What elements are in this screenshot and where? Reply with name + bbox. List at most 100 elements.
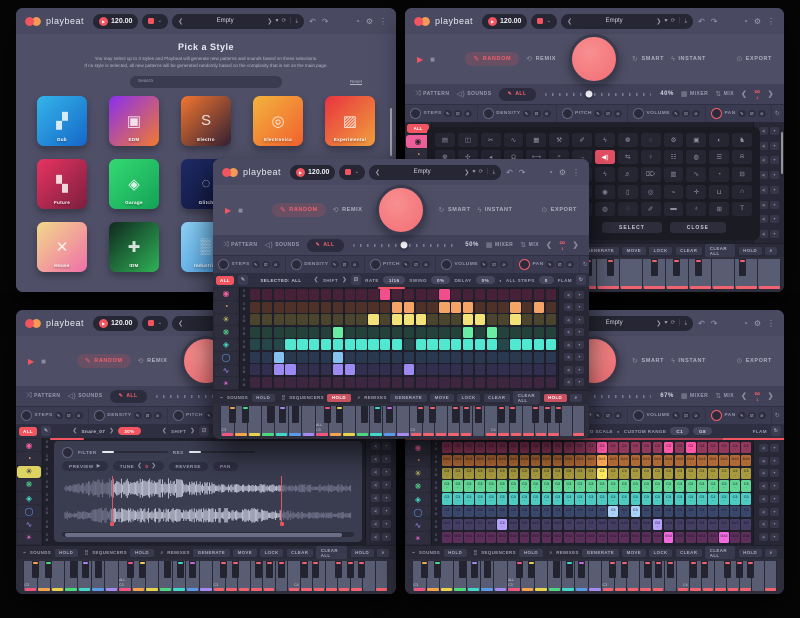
track-button-1[interactable]: ◉ xyxy=(17,439,41,451)
knob[interactable] xyxy=(173,410,184,421)
piano-key-black[interactable] xyxy=(555,406,562,423)
step-cell[interactable] xyxy=(368,314,378,325)
shift-left-icon[interactable]: ❮ xyxy=(162,428,167,434)
step-cell[interactable] xyxy=(546,352,556,363)
track-button-8[interactable]: ✴ xyxy=(214,377,238,389)
step-cell[interactable] xyxy=(333,339,343,350)
step-cell[interactable] xyxy=(463,314,473,325)
pitch-cell[interactable]: D#3⌄ xyxy=(542,455,552,466)
sample-icon[interactable]: ◫ xyxy=(458,133,478,147)
step-cell[interactable] xyxy=(356,302,366,313)
step-cell[interactable] xyxy=(321,364,331,375)
pitch-cell[interactable]: D#3⌄ xyxy=(697,455,707,466)
pitch-cell[interactable]: C3⌄ xyxy=(464,506,474,517)
pitch-cell[interactable]: C3⌄ xyxy=(597,480,607,491)
knob[interactable] xyxy=(519,259,530,270)
step-cell[interactable] xyxy=(510,352,520,363)
step-cell[interactable] xyxy=(416,314,426,325)
track-button-5[interactable]: ◈ xyxy=(17,492,41,504)
pitch-cell[interactable]: C3⌄ xyxy=(664,442,674,453)
pitch-cell[interactable]: C3⌄ xyxy=(719,480,729,491)
piano-key-white[interactable] xyxy=(343,406,357,436)
step-cell[interactable] xyxy=(439,377,449,388)
track-button-7[interactable]: ∿ xyxy=(406,519,430,531)
step-cell[interactable] xyxy=(404,289,414,300)
favorite-icon[interactable]: ♥ xyxy=(664,18,667,24)
step-cell[interactable] xyxy=(285,364,295,375)
style-tile-future[interactable]: ▚Future xyxy=(37,159,87,209)
step-cell[interactable] xyxy=(439,327,449,338)
pitch-cell[interactable]: G#2⌄ xyxy=(653,532,663,543)
step-cell[interactable] xyxy=(356,289,366,300)
mute-toggle[interactable]: M xyxy=(46,485,49,490)
resize-icon[interactable]: ◔ xyxy=(743,17,748,26)
step-cell[interactable] xyxy=(321,352,331,363)
pitch-cell[interactable]: D#3⌄ xyxy=(497,455,507,466)
zoom-button[interactable]: ⌕ xyxy=(377,549,389,557)
preset-bar[interactable]: ❮Empty❯♥⟳│⤓ xyxy=(561,14,693,29)
pitch-cell[interactable]: C3⌄ xyxy=(564,480,574,491)
pitch-cell[interactable]: C3⌄ xyxy=(619,468,629,479)
step-cell[interactable] xyxy=(297,352,307,363)
step-cell[interactable] xyxy=(439,302,449,313)
mute-toggle[interactable]: M xyxy=(435,525,438,530)
pitch-cell[interactable]: G#2⌄ xyxy=(608,532,618,543)
prev-pattern-icon[interactable]: ❮ xyxy=(741,392,747,400)
step-cell[interactable] xyxy=(546,314,556,325)
prev-pattern-icon[interactable]: ❮ xyxy=(546,241,552,249)
reverse-button[interactable]: REVERSE xyxy=(169,462,208,471)
tempo-display[interactable]: ▶120.00 xyxy=(93,316,138,331)
step-cell[interactable] xyxy=(250,314,260,325)
step-cell[interactable] xyxy=(522,302,532,313)
piano-key-black[interactable] xyxy=(724,561,731,578)
step-cell[interactable] xyxy=(262,302,272,313)
dice-icon[interactable]: ⚂ xyxy=(412,261,420,269)
piano-key-black[interactable] xyxy=(127,561,134,578)
step-cell[interactable] xyxy=(487,364,497,375)
pitch-cell[interactable]: C3⌄ xyxy=(553,442,563,453)
step-cell[interactable] xyxy=(427,327,437,338)
piano-key-black[interactable] xyxy=(361,406,368,423)
lock-icon[interactable]: ⊘ xyxy=(692,412,700,420)
piano-key-white[interactable] xyxy=(589,561,603,591)
tune-control[interactable]: TUNE❮0❯ xyxy=(113,461,164,471)
step-cell[interactable] xyxy=(392,314,402,325)
dice-icon[interactable]: ⚂ xyxy=(748,412,756,420)
pitch-cell[interactable]: D#3⌄ xyxy=(442,455,452,466)
swing-value[interactable]: 0% xyxy=(431,276,450,284)
step-cell[interactable] xyxy=(250,302,260,313)
row-speaker-button[interactable]: ◂) xyxy=(371,468,380,476)
pitch-cell[interactable]: G#2⌄ xyxy=(675,532,685,543)
step-cell[interactable] xyxy=(404,352,414,363)
step-cell[interactable] xyxy=(463,377,473,388)
mute-toggle[interactable]: M xyxy=(435,473,438,478)
pitch-cell[interactable]: D#3⌄ xyxy=(619,455,629,466)
smart-button[interactable]: ↻SMART xyxy=(632,55,664,63)
sample-icon[interactable]: ▣ xyxy=(686,133,706,147)
sample-icon[interactable]: ⊟ xyxy=(732,167,752,181)
step-cell[interactable] xyxy=(427,352,437,363)
step-cell[interactable] xyxy=(368,327,378,338)
step-cell[interactable] xyxy=(392,302,402,313)
save-icon[interactable]: ⤓ xyxy=(685,320,687,327)
mute-toggle[interactable]: M xyxy=(243,319,246,324)
piano-key-black[interactable] xyxy=(139,561,146,578)
pitch-cell[interactable]: D#3⌄ xyxy=(509,519,519,530)
row-speaker-button[interactable]: ◂) xyxy=(759,142,768,150)
pitch-cell[interactable]: D#3⌄ xyxy=(708,455,718,466)
step-cell[interactable] xyxy=(333,302,343,313)
reload-icon[interactable]: ⟳ xyxy=(671,320,676,326)
sample-icon[interactable]: ∩ xyxy=(732,185,752,199)
step-cell[interactable] xyxy=(546,339,556,350)
piano-key-black[interactable] xyxy=(267,406,274,423)
prev-sample-icon[interactable]: ❮ xyxy=(73,428,78,434)
step-cell[interactable] xyxy=(274,314,284,325)
shift-left-icon[interactable]: ❮ xyxy=(314,277,319,283)
mute-toggle[interactable]: M xyxy=(46,458,49,463)
pattern-loop[interactable]: ∞1 xyxy=(754,88,760,100)
pitch-cell[interactable]: C3⌄ xyxy=(697,468,707,479)
style-tile-dub[interactable]: ▞Dub xyxy=(37,96,87,146)
footer-generate-button[interactable]: GENERATE xyxy=(390,394,426,402)
all-toggle[interactable]: ✎ALL xyxy=(110,390,147,403)
piano-key-black[interactable] xyxy=(528,561,535,578)
